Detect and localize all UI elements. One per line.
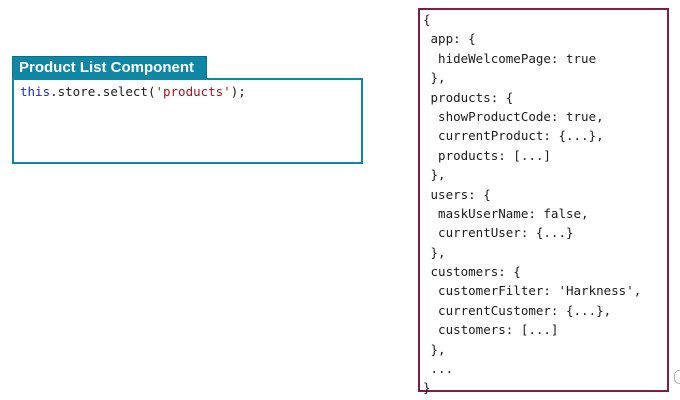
state-line: maskUserName: false, [423,205,589,221]
state-line: }, [423,244,446,260]
state-line: } [423,380,431,396]
state-line: customers: { [423,264,521,280]
partial-circle-icon [674,370,680,384]
state-line: }, [423,167,446,183]
state-line: app: { [423,31,476,47]
code-call: .store.select( [50,84,156,99]
state-line: { [423,12,431,27]
state-line: ... [423,361,454,377]
store-state-box: { app: { hideWelcomePage: true }, produc… [418,8,669,395]
code-argument: 'products' [155,84,231,99]
state-line: currentCustomer: {...}, [423,302,612,318]
state-line: customers: [...] [423,322,559,338]
state-line: products: { [423,89,514,105]
component-title: Product List Component [12,56,207,78]
state-line: users: { [423,186,491,202]
state-line: }, [423,70,446,86]
product-list-component: Product List Component this.store.select… [12,56,363,164]
state-line: currentProduct: {...}, [423,128,604,144]
state-line: products: [...] [423,147,551,163]
state-line: currentUser: {...} [423,225,574,241]
component-code-box: this.store.select('products'); [12,78,363,164]
state-line: hideWelcomePage: true [423,50,597,66]
state-line: }, [423,341,446,357]
code-keyword: this [20,84,51,99]
code-end: ); [230,84,246,99]
state-line: customerFilter: 'Harkness', [423,283,642,299]
state-line: showProductCode: true, [423,108,604,124]
